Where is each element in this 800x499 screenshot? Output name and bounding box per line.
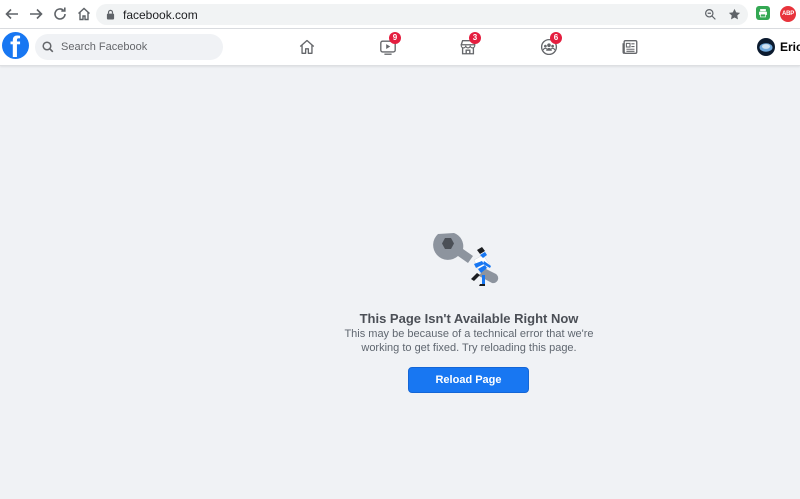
tab-watch[interactable]: 9 bbox=[378, 32, 401, 57]
zoom-icon[interactable] bbox=[702, 6, 718, 22]
home-outline-icon bbox=[78, 7, 90, 21]
avatar bbox=[757, 38, 775, 56]
search-input[interactable] bbox=[59, 40, 219, 54]
browser-toolbar: facebook.com ABP bbox=[0, 0, 800, 29]
search-icon bbox=[42, 41, 54, 53]
refresh-icon bbox=[54, 7, 66, 20]
facebook-logo[interactable]: f bbox=[2, 32, 29, 59]
tab-news-feed[interactable] bbox=[620, 37, 640, 57]
back-button[interactable] bbox=[0, 2, 24, 26]
tab-groups[interactable]: 6 bbox=[539, 32, 562, 57]
tab-home[interactable] bbox=[297, 37, 317, 57]
home-browser-button[interactable] bbox=[72, 2, 96, 26]
print-extension-icon[interactable] bbox=[756, 6, 770, 20]
arrow-left-icon bbox=[5, 8, 18, 20]
profile-button[interactable]: Eric bbox=[757, 38, 800, 56]
error-message: This may be because of a technical error… bbox=[344, 328, 594, 354]
watch-badge: 9 bbox=[389, 32, 401, 44]
broken-wrench-illustration bbox=[430, 228, 510, 298]
reload-browser-button[interactable] bbox=[48, 2, 72, 26]
search-bar[interactable] bbox=[35, 34, 223, 60]
reload-page-button[interactable]: Reload Page bbox=[408, 367, 529, 393]
arrow-right-icon bbox=[30, 8, 43, 20]
marketplace-badge: 3 bbox=[469, 32, 481, 44]
error-title: This Page Isn't Available Right Now bbox=[359, 311, 579, 326]
groups-badge: 6 bbox=[550, 32, 562, 44]
home-icon bbox=[299, 39, 315, 54]
newspaper-icon bbox=[622, 40, 638, 54]
url-text: facebook.com bbox=[123, 7, 198, 22]
profile-name: Eric bbox=[780, 40, 800, 54]
adblock-extension-icon[interactable]: ABP bbox=[780, 6, 796, 22]
lock-icon bbox=[105, 9, 115, 21]
bookmark-star-icon[interactable] bbox=[726, 6, 742, 22]
facebook-header: f 9 3 6 Eric bbox=[0, 29, 800, 66]
forward-button[interactable] bbox=[24, 2, 48, 26]
address-bar[interactable]: facebook.com bbox=[96, 4, 748, 25]
tab-marketplace[interactable]: 3 bbox=[458, 32, 481, 57]
